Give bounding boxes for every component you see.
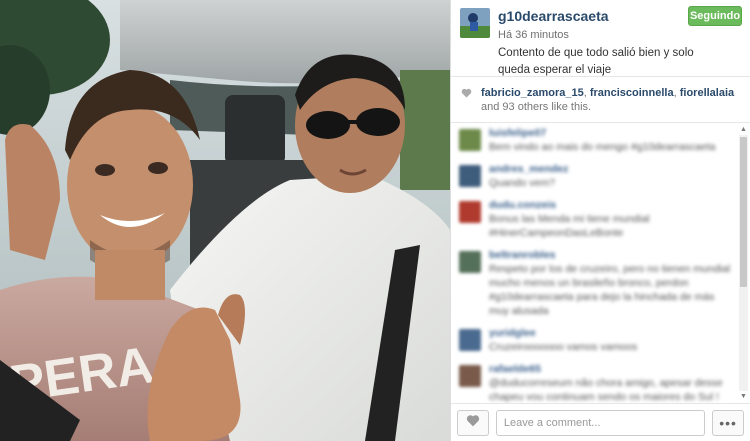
post-photo[interactable]: PERA [0,0,450,441]
commenter-username[interactable]: andres_mendez [489,163,568,176]
comment-text: Bonus las Menda mi tiene mundial #HinerC… [489,213,650,239]
comment-item: yuridglee Cruzeirooooooo vamos vamoos [459,327,736,354]
commenter-avatar[interactable] [459,251,481,273]
post-username[interactable]: g10dearrascaeta [498,8,713,25]
commenter-avatar[interactable] [459,365,481,387]
commenter-avatar[interactable] [459,201,481,223]
commenter-username[interactable]: beltranrobles [489,249,736,262]
post-header: g10dearrascaeta Há 36 minutos Contento d… [451,0,750,77]
post-timestamp[interactable]: Há 36 minutos [498,27,713,43]
comment-text: Bem vindo ao mais do mengo #g10dearrasca… [489,141,716,153]
ellipsis-icon: ••• [719,414,737,431]
following-button[interactable]: Seguindo [688,6,742,26]
scroll-thumb[interactable] [740,137,747,287]
comment-item: rafaelde65 @duducorreseum não chora amigo… [459,363,736,403]
commenter-avatar[interactable] [459,165,481,187]
post-details-panel: g10dearrascaeta Há 36 minutos Contento d… [450,0,750,441]
comment-text: Respeto por los de cruzeiro, pero no tie… [489,263,731,317]
scroll-up-icon[interactable]: ▲ [739,125,748,134]
comment-text: Quando vem? [489,177,555,189]
likes-count-text: and 93 others like this. [481,101,592,113]
comment-input[interactable] [495,409,706,436]
commenter-avatar[interactable] [459,129,481,151]
comments-scrollbar[interactable]: ▲ ▼ [739,125,748,401]
comment-item: luisfelipe07 Bem vindo ao mais do mengo #… [459,127,736,154]
comment-text: Cruzeirooooooo vamos vamoos [489,341,638,353]
heart-icon [466,414,480,432]
selfie-image: PERA [0,0,450,441]
commenter-username[interactable]: rafaelde65 [489,363,736,376]
commenter-username[interactable]: yuridglee [489,327,637,340]
heart-icon [461,88,475,122]
comment-item: beltranrobles Respeto por los de cruzeiro… [459,249,736,318]
comment-item: andres_mendez Quando vem? [459,163,736,190]
comments-list[interactable]: luisfelipe07 Bem vindo ao mais do mengo #… [451,123,750,403]
post-actions: ••• [451,403,750,441]
like-button[interactable] [457,409,489,436]
post-caption: Contento de que todo salió bien y solo q… [498,47,694,76]
likes-summary: fabricio_zamora_15, franciscoinnella, fi… [451,77,750,123]
liker-link[interactable]: franciscoinnella [590,87,674,99]
more-options-button[interactable]: ••• [712,409,744,436]
commenter-username[interactable]: dudu.conzeis [489,199,736,212]
liker-link[interactable]: fabricio_zamora_15 [481,87,584,99]
comment-item: dudu.conzeis Bonus las Menda mi tiene mun… [459,199,736,240]
comment-text: @duducorreseum não chora amigo, apesar d… [489,377,723,403]
post-modal: PERA g10dearrascaeta Há 36 minutos Conte… [0,0,750,441]
post-header-text: g10dearrascaeta Há 36 minutos Contento d… [498,8,713,76]
liker-link[interactable]: fiorellalaia [680,87,734,99]
scroll-down-icon[interactable]: ▼ [739,392,748,401]
user-avatar[interactable] [460,8,490,38]
commenter-avatar[interactable] [459,329,481,351]
commenter-username[interactable]: luisfelipe07 [489,127,715,140]
likes-text: fabricio_zamora_15, franciscoinnella, fi… [481,87,735,113]
